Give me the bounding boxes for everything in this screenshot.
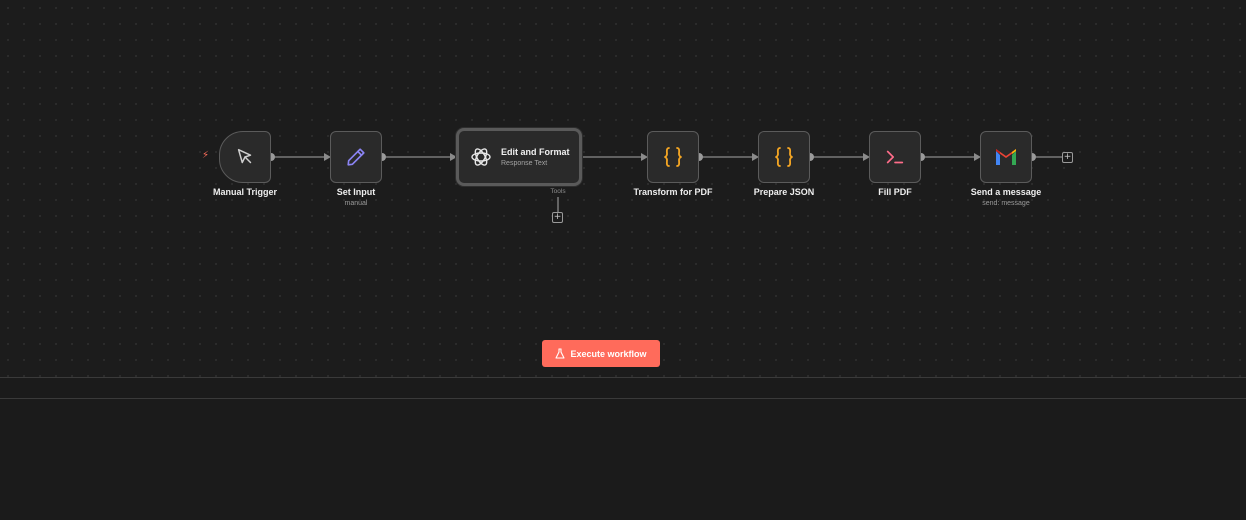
code-braces-icon <box>775 147 793 167</box>
node-label-transform-for-pdf: Transform for PDF <box>633 187 713 197</box>
node-prepare-json[interactable] <box>758 131 810 183</box>
node-label-prepare-json: Prepare JSON <box>753 187 815 197</box>
tools-label: Tools <box>550 188 566 195</box>
openai-icon <box>471 148 491 166</box>
node-transform-for-pdf[interactable] <box>647 131 699 183</box>
node-edit-and-format[interactable]: Edit and Format Response Text <box>456 128 582 186</box>
pencil-icon <box>347 148 365 166</box>
node-sublabel-edit-and-format: Response Text <box>501 160 548 167</box>
flask-icon <box>555 348 566 359</box>
execute-workflow-button[interactable]: Execute workflow <box>542 340 660 367</box>
bottom-panel <box>0 399 1246 520</box>
code-braces-icon <box>664 147 682 167</box>
gmail-icon <box>996 149 1016 165</box>
node-send-a-message[interactable] <box>980 131 1032 183</box>
panel-divider[interactable] <box>0 377 1246 378</box>
trigger-bolt-icon: ⚡ <box>202 150 210 161</box>
add-tool-button[interactable]: + <box>552 212 563 223</box>
workflow-canvas[interactable]: ⚡ Manual Trigger Set Input manual Edit a… <box>0 0 1246 377</box>
node-sublabel-send-a-message: send: message <box>982 200 1030 207</box>
terminal-prompt-icon <box>886 150 904 164</box>
node-set-input[interactable] <box>330 131 382 183</box>
node-label-fill-pdf: Fill PDF <box>878 187 912 197</box>
node-fill-pdf[interactable] <box>869 131 921 183</box>
node-label-set-input: Set Input <box>336 187 376 197</box>
execute-workflow-label: Execute workflow <box>570 348 647 359</box>
add-node-button[interactable]: + <box>1062 152 1073 163</box>
node-manual-trigger[interactable] <box>219 131 271 183</box>
cursor-arrow-icon <box>237 148 252 164</box>
node-label-edit-and-format: Edit and Format <box>501 147 570 157</box>
node-label-manual-trigger: Manual Trigger <box>212 187 277 197</box>
node-label-send-a-message: Send a message <box>970 187 1042 197</box>
node-sublabel-set-input: manual <box>344 200 368 207</box>
